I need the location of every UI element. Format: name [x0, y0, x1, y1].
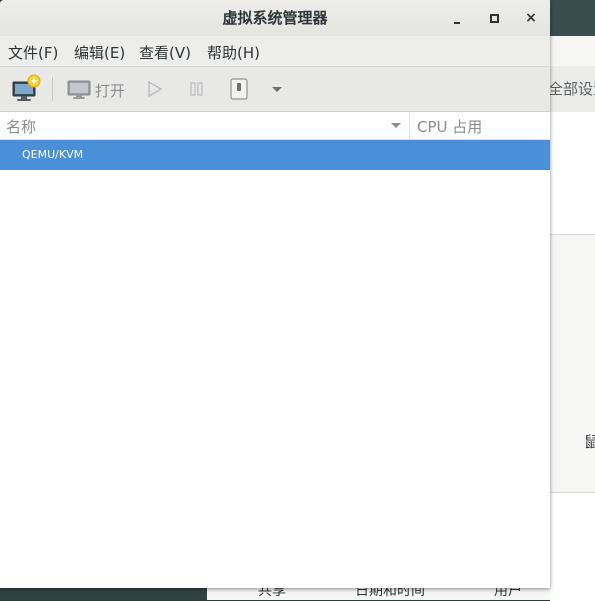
- maximize-button[interactable]: [485, 9, 503, 27]
- background-panel-bottom: [550, 492, 595, 601]
- menu-help[interactable]: 帮助(H): [207, 42, 260, 63]
- toolbar-separator: [52, 77, 53, 101]
- new-vm-icon: [12, 74, 41, 101]
- monitor-icon: [67, 80, 91, 99]
- shutdown-button[interactable]: [228, 73, 250, 105]
- titlebar[interactable]: 虚拟系统管理器 ×: [0, 0, 550, 36]
- play-icon: [148, 80, 163, 98]
- shutdown-icon: [230, 78, 248, 100]
- menu-view[interactable]: 查看(V): [139, 42, 191, 63]
- connection-row[interactable]: QEMU/KVM: [0, 140, 550, 170]
- virt-manager-window: 虚拟系统管理器 × 文件(F) 编辑(E) 查看(V) 帮助(H) 打开 名称 …: [0, 0, 550, 588]
- close-button[interactable]: ×: [522, 9, 540, 27]
- column-divider[interactable]: [409, 112, 410, 139]
- menu-edit[interactable]: 编辑(E): [74, 42, 125, 63]
- desktop-background: [0, 588, 207, 600]
- minimize-button[interactable]: [448, 9, 466, 27]
- menu-file[interactable]: 文件(F): [8, 42, 58, 63]
- pause-icon: [190, 82, 203, 96]
- toolbar: 打开: [0, 67, 550, 112]
- column-header-cpu[interactable]: CPU 占用: [417, 116, 482, 137]
- menubar: 文件(F) 编辑(E) 查看(V) 帮助(H): [0, 36, 550, 67]
- run-button[interactable]: [144, 73, 166, 105]
- new-vm-button[interactable]: [10, 73, 42, 105]
- vm-list-header: 名称 CPU 占用: [0, 112, 550, 140]
- open-button[interactable]: 打开: [66, 73, 130, 105]
- background-window-titlebar: [550, 0, 595, 36]
- background-tab-label[interactable]: 全部设置: [548, 78, 595, 99]
- sort-arrow-icon[interactable]: [389, 118, 403, 132]
- background-panel: [550, 112, 595, 235]
- shutdown-menu-button[interactable]: [268, 73, 286, 105]
- dropdown-arrow-icon: [272, 87, 282, 92]
- connection-name: QEMU/KVM: [22, 148, 84, 161]
- pause-button[interactable]: [186, 73, 208, 105]
- open-button-label: 打开: [95, 82, 126, 100]
- window-title: 虚拟系统管理器: [222, 9, 328, 27]
- background-side-label[interactable]: 鼠: [584, 431, 595, 452]
- column-header-name[interactable]: 名称: [6, 116, 36, 137]
